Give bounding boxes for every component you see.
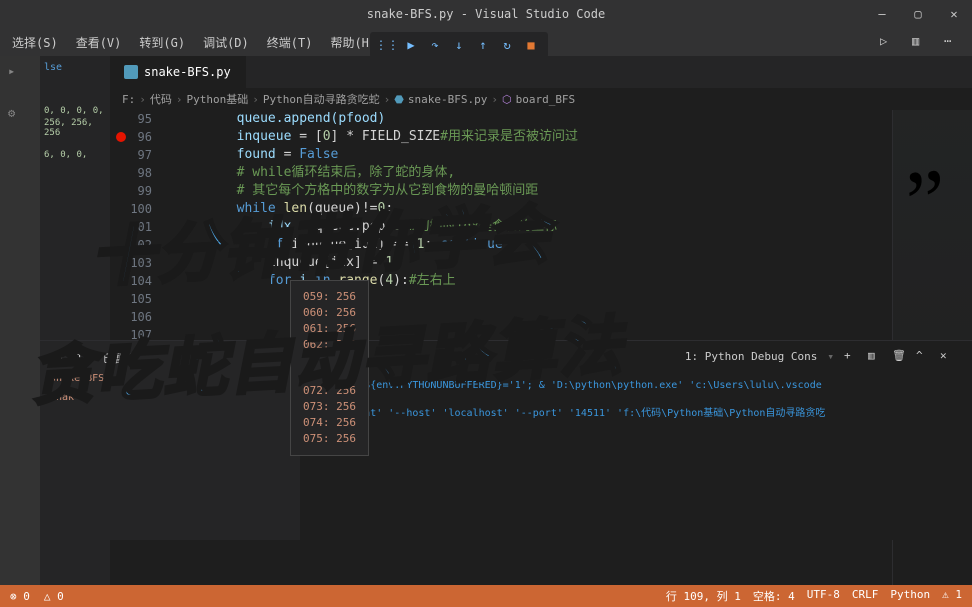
split-terminal-icon[interactable]: ▥ [868,349,882,363]
menu-debug[interactable]: 调试(D) [195,30,257,55]
status-errors[interactable]: ⊗ 0 [10,590,30,603]
trash-icon[interactable]: 🗑 [892,349,906,363]
minimize-button[interactable]: — [872,4,892,24]
maximize-button[interactable]: ▢ [908,4,928,24]
new-terminal-icon[interactable]: + [844,349,858,363]
breadcrumbs[interactable]: F:› 代码› Python基础› Python自动寻路贪吃蛇› ⬣ snake… [110,88,972,110]
step-out-icon[interactable]: ↑ [474,36,492,54]
explorer-icon[interactable]: ▸ [8,64,32,88]
status-spaces[interactable]: 空格: 4 [753,588,795,604]
menu-goto[interactable]: 转到(G) [131,30,193,55]
debug-hover: 059: 256 060: 256 061: 256 062: 256 072:… [290,280,369,456]
status-encoding[interactable]: UTF-8 [807,588,840,604]
status-language[interactable]: Python [890,588,930,604]
close-button[interactable]: ✕ [944,4,964,24]
sidebar-array3: 6, 0, 0, [44,149,106,161]
menu-terminal[interactable]: 终端(T) [259,30,321,55]
run-icon[interactable]: ▷ [880,34,898,52]
python-file-icon [124,65,138,79]
settings-icon[interactable]: ⚙ [8,106,32,130]
callstack-item2[interactable]: snak [46,388,294,407]
tab-label: snake-BFS.py [144,65,231,79]
maximize-panel-icon[interactable]: ^ [916,349,930,363]
terminal-tab-selector[interactable]: 1: Python Debug Cons [685,350,817,363]
sidebar-array2: 256, 256, 256 [44,117,106,139]
window-title: snake-BFS.py - Visual Studio Code [367,7,605,21]
more-icon[interactable]: ⋯ [944,34,962,52]
menu-view[interactable]: 查看(V) [68,30,130,55]
terminal-output[interactable]: '; ${env:PYTHONUNBUFFERED}='1'; & 'D:\py… [310,365,962,435]
close-panel-icon[interactable]: ✕ [940,349,954,363]
step-over-icon[interactable]: ↷ [426,36,444,54]
menu-select[interactable]: 选择(S) [4,30,66,55]
status-bar: ⊗ 0 △ 0 行 109, 列 1 空格: 4 UTF-8 CRLF Pyth… [0,585,972,607]
status-bell[interactable]: ⚠ 1 [942,588,962,604]
editor-tab[interactable]: snake-BFS.py [110,56,246,88]
restart-icon[interactable]: ↻ [498,36,516,54]
step-into-icon[interactable]: ↓ [450,36,468,54]
debug-toolbar: ⋮⋮ ▶ ↷ ↓ ↑ ↻ ■ [370,32,548,58]
breakpoint-icon[interactable] [116,132,126,142]
stop-icon[interactable]: ■ [522,36,540,54]
sidebar-array1: 0, 0, 0, 0, [44,105,106,117]
drag-handle-icon[interactable]: ⋮⋮ [378,36,396,54]
continue-icon[interactable]: ▶ [402,36,420,54]
callstack-header[interactable]: 同 STEP 已暂停 [46,347,294,369]
activity-bar: ▸ ⚙ [0,56,40,585]
status-eol[interactable]: CRLF [852,588,879,604]
callstack-panel: 同 STEP 已暂停 snake-BFS snak [40,341,300,540]
split-icon[interactable]: ▥ [912,34,930,52]
sidebar-val: lse [44,60,106,75]
status-warnings[interactable]: △ 0 [44,590,64,603]
callstack-item[interactable]: snake-BFS [46,369,294,388]
status-position[interactable]: 行 109, 列 1 [666,588,741,604]
